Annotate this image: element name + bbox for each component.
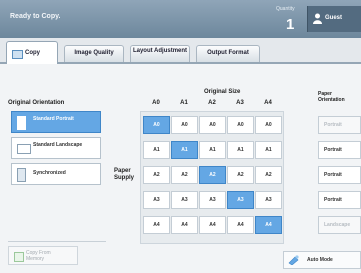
column-header: A1 — [180, 100, 188, 106]
tab-output-format[interactable]: Output Format — [196, 45, 260, 62]
original-size-title: Original Size — [204, 89, 241, 95]
copy-from-memory-button[interactable]: Copy From Memory — [8, 246, 78, 265]
tab-image-quality[interactable]: Image Quality — [64, 45, 124, 62]
auto-mode-icon — [288, 255, 299, 265]
tab-layout-adjustment[interactable]: Layout Adjustment — [130, 45, 190, 62]
user-button[interactable]: Guest — [307, 6, 361, 32]
orientation-label: Standard Portrait — [33, 116, 74, 122]
user-icon — [313, 13, 322, 24]
copy-from-memory-label: Copy From Memory — [26, 250, 51, 262]
grid-cell[interactable]: A1 — [227, 141, 254, 159]
quantity-value[interactable]: 1 — [286, 16, 294, 33]
status-text: Ready to Copy. — [10, 13, 61, 20]
grid-cell[interactable]: A3 — [199, 191, 226, 209]
paper-orientation-a1[interactable]: Portrait — [318, 141, 361, 159]
grid-cell[interactable]: A3 — [143, 191, 170, 209]
paper-orientation-a4[interactable]: Landscape — [318, 216, 361, 234]
grid-cell[interactable]: A2 — [143, 166, 170, 184]
grid-cell[interactable]: A0 — [171, 116, 198, 134]
paper-supply-label: Paper Supply — [114, 168, 135, 182]
tab-image-quality-label: Image Quality — [74, 50, 114, 56]
paper-orientation-a0[interactable]: Portrait — [318, 116, 361, 134]
memory-icon — [14, 252, 24, 262]
orientation-standard-portrait[interactable]: Standard Portrait — [11, 111, 101, 133]
grid-cell[interactable]: A2 — [171, 166, 198, 184]
grid-cell[interactable]: A1 — [199, 141, 226, 159]
tab-copy[interactable]: Copy — [6, 41, 58, 64]
column-header: A0 — [152, 100, 160, 106]
grid-cell[interactable]: A1 — [143, 141, 170, 159]
synchronized-icon — [17, 168, 26, 182]
divider — [8, 241, 106, 242]
column-header: A3 — [236, 100, 244, 106]
grid-cell[interactable]: A4 — [199, 216, 226, 234]
grid-cell[interactable]: A1 — [255, 141, 282, 159]
grid-cell[interactable]: A0 — [255, 116, 282, 134]
size-grid: A0 A0 A0 A0 A0 A1 A1 A1 A1 A1 A2 A2 A2 A… — [140, 111, 284, 244]
grid-cell[interactable]: A0 — [227, 116, 254, 134]
paper-orientation-a2[interactable]: Portrait — [318, 166, 361, 184]
orientation-label: Synchronized — [33, 170, 66, 176]
grid-cell[interactable]: A4 — [143, 216, 170, 234]
auto-mode-label: Auto Mode — [307, 257, 333, 263]
grid-cell[interactable]: A0 — [143, 116, 170, 134]
orientation-synchronized[interactable]: Synchronized — [11, 163, 101, 185]
tab-output-format-label: Output Format — [207, 50, 249, 56]
copy-icon — [12, 50, 23, 59]
grid-cell[interactable]: A4 — [171, 216, 198, 234]
grid-cell[interactable]: A2 — [227, 166, 254, 184]
grid-cell[interactable]: A1 — [171, 141, 198, 159]
landscape-icon — [17, 144, 31, 154]
grid-cell[interactable]: A3 — [171, 191, 198, 209]
paper-orientation-a3[interactable]: Portrait — [318, 191, 361, 209]
tab-copy-label: Copy — [25, 50, 40, 56]
grid-cell[interactable]: A2 — [255, 166, 282, 184]
tab-layout-adjustment-label: Layout Adjustment — [132, 48, 188, 54]
column-header: A2 — [208, 100, 216, 106]
header-bar: Ready to Copy. Quantity 1 Guest — [0, 0, 361, 38]
user-label: Guest — [325, 15, 343, 21]
tab-bar: Copy Image Quality Layout Adjustment Out… — [0, 38, 361, 64]
orientation-label: Standard Landscape — [33, 142, 83, 148]
original-orientation-title: Original Orientation — [8, 100, 65, 106]
grid-cell[interactable]: A4 — [227, 216, 254, 234]
paper-orientation-title: Paper Orientation — [318, 91, 345, 103]
column-header: A4 — [264, 100, 272, 106]
portrait-icon — [17, 116, 26, 130]
grid-cell[interactable]: A0 — [199, 116, 226, 134]
grid-cell[interactable]: A2 — [199, 166, 226, 184]
orientation-standard-landscape[interactable]: Standard Landscape — [11, 137, 101, 159]
quantity-label: Quantity — [276, 6, 295, 12]
copy-screen: Ready to Copy. Quantity 1 Guest Copy Ima… — [0, 0, 361, 273]
grid-cell[interactable]: A3 — [255, 191, 282, 209]
grid-cell[interactable]: A4 — [255, 216, 282, 234]
grid-cell[interactable]: A3 — [227, 191, 254, 209]
auto-mode-button[interactable]: Auto Mode — [283, 251, 361, 269]
